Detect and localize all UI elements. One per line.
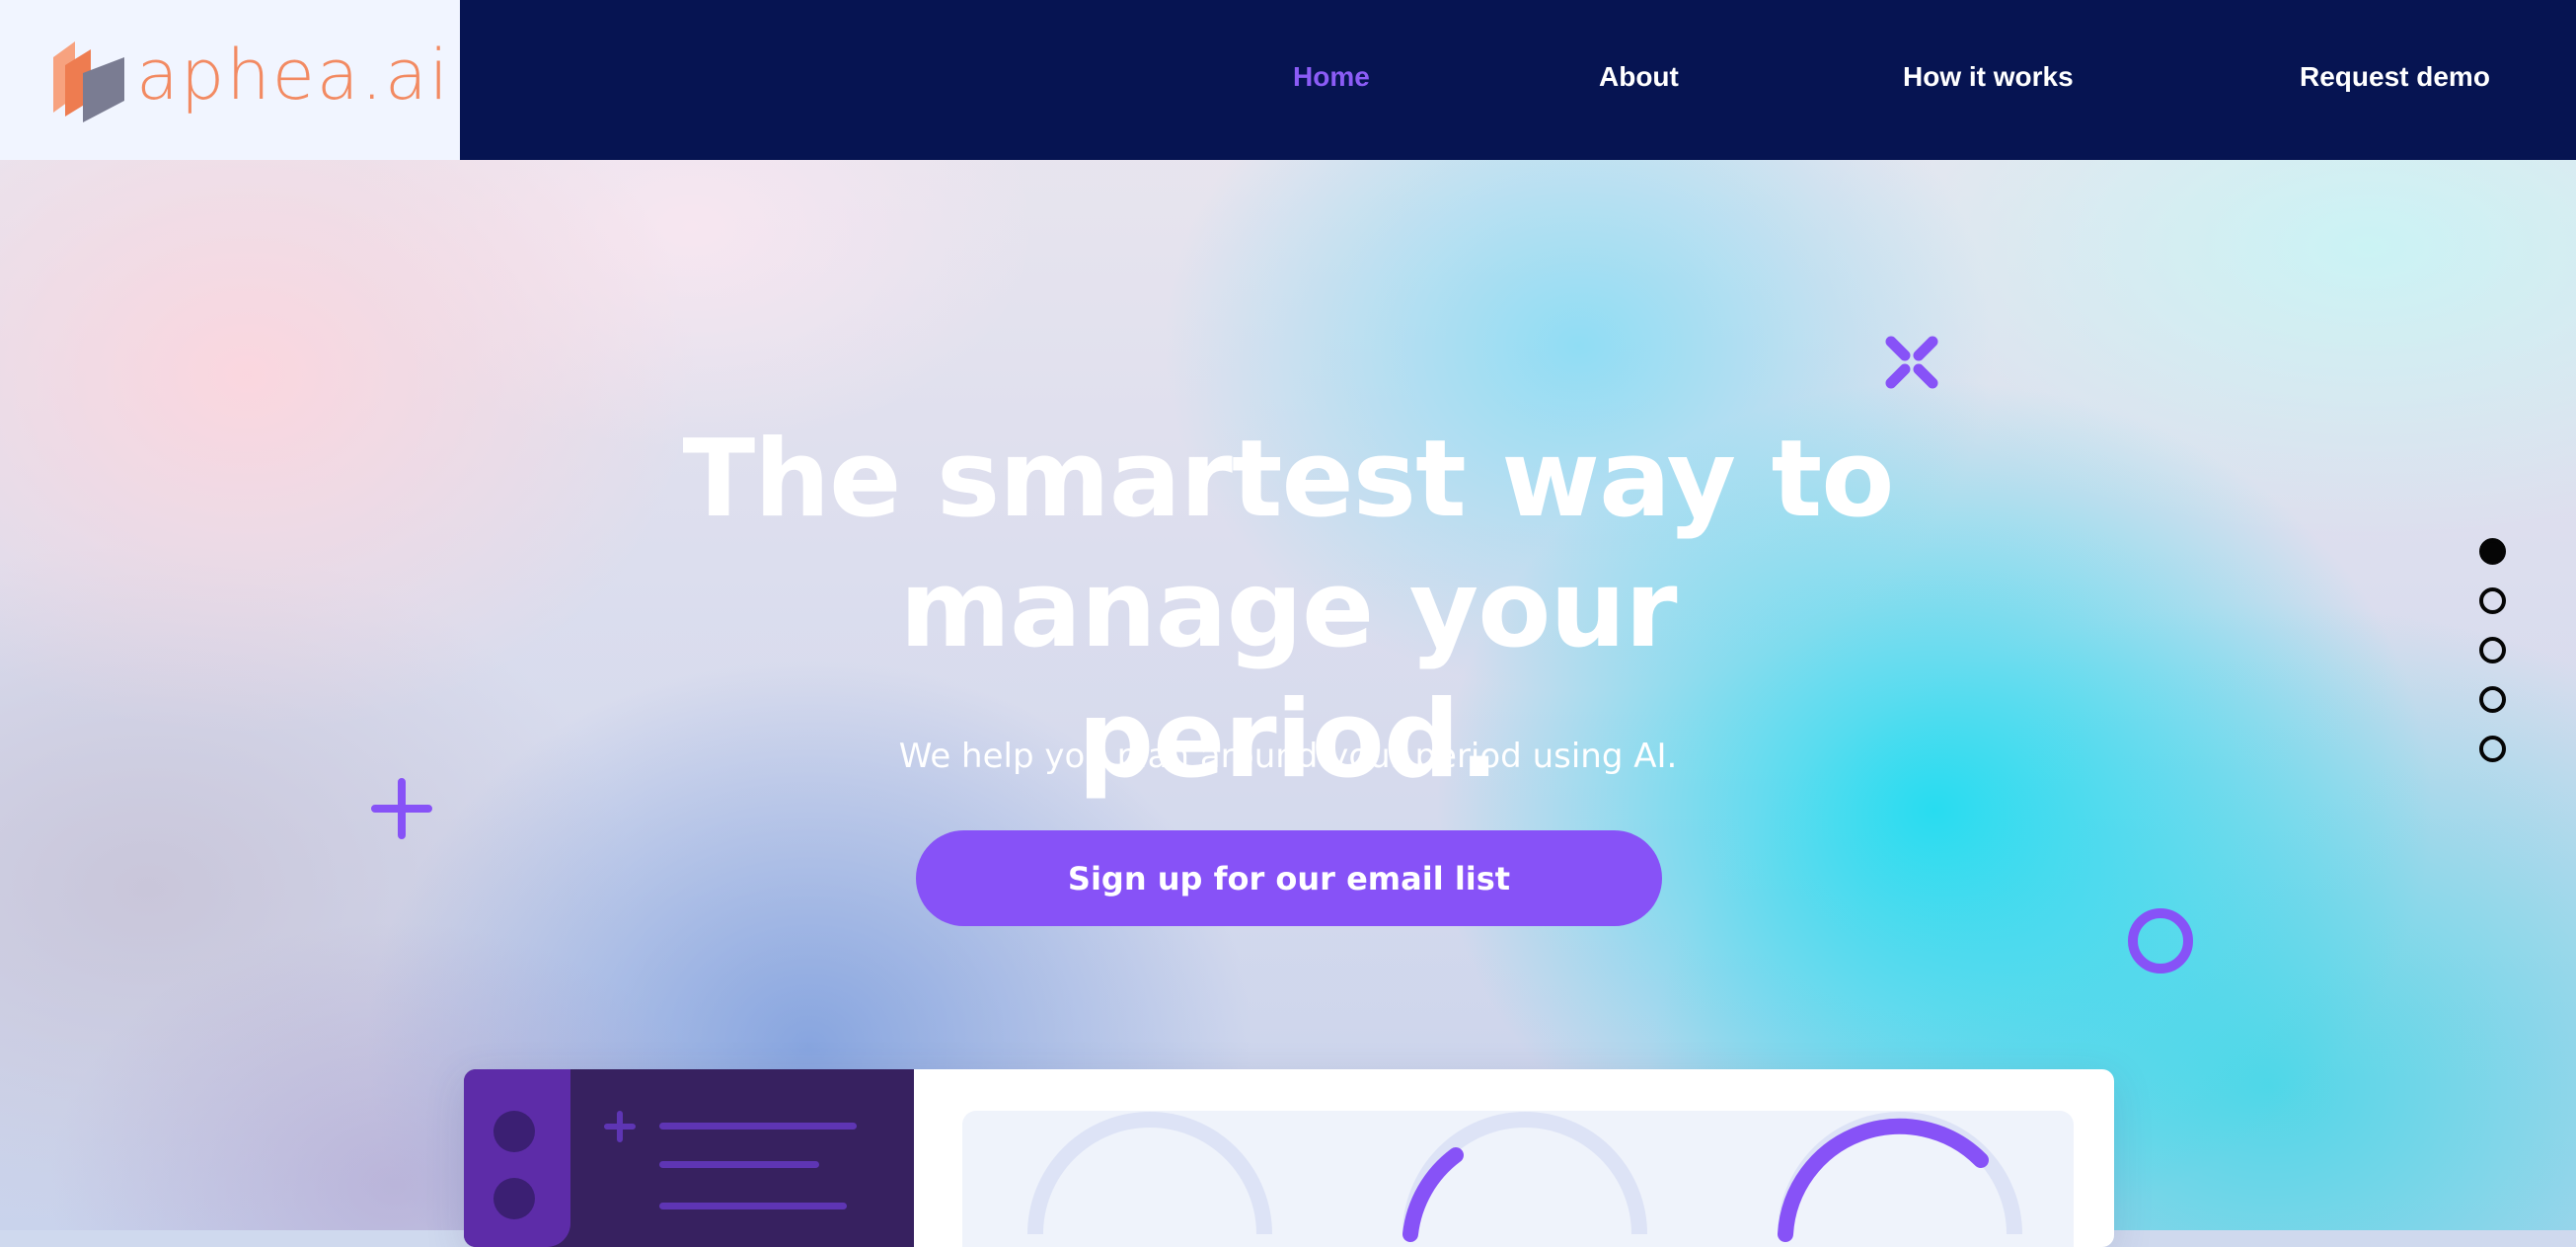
preview-ring-chart-3	[1778, 1112, 2022, 1242]
preview-menu-line	[659, 1161, 819, 1168]
nav-how-it-works[interactable]: How it works	[1903, 57, 2074, 97]
preview-menu-line	[659, 1123, 857, 1130]
app-preview-mockup	[464, 1069, 2114, 1247]
preview-sidebar	[464, 1069, 914, 1247]
headline-line-1: The smartest way to	[682, 418, 1895, 541]
pagination-dot-5[interactable]	[2479, 736, 2506, 762]
pagination-dot-4[interactable]	[2479, 686, 2506, 713]
preview-ring-chart-1	[1027, 1112, 1272, 1235]
section-pagination	[2479, 538, 2507, 785]
nav-about[interactable]: About	[1599, 57, 1679, 97]
preview-avatar-circle	[493, 1178, 535, 1219]
x-shape-icon	[1885, 336, 1938, 389]
preview-plus-icon	[604, 1111, 636, 1142]
brand-name: aphea.ai	[136, 35, 451, 116]
brand-logo[interactable]: aphea.ai	[0, 0, 460, 160]
top-navigation-bar: aphea.ai Home About How it works Request…	[0, 0, 2576, 160]
aphea-logo-icon	[53, 41, 124, 122]
nav-home[interactable]: Home	[1293, 57, 1370, 97]
nav-request-demo[interactable]: Request demo	[2300, 57, 2490, 97]
pagination-dot-3[interactable]	[2479, 637, 2506, 663]
preview-sidebar-tab	[464, 1069, 570, 1247]
preview-ring-chart-2	[1402, 1112, 1647, 1242]
hero-subheadline: We help you plan around your period usin…	[898, 737, 1678, 776]
email-signup-button[interactable]: Sign up for our email list	[916, 830, 1662, 926]
preview-menu-line	[659, 1203, 847, 1209]
pagination-dot-1[interactable]	[2479, 538, 2506, 565]
pagination-dot-2[interactable]	[2479, 587, 2506, 614]
preview-avatar-circle	[493, 1111, 535, 1152]
plus-icon	[371, 778, 432, 839]
ring-icon	[2128, 908, 2193, 974]
preview-main-panel	[962, 1111, 2074, 1247]
